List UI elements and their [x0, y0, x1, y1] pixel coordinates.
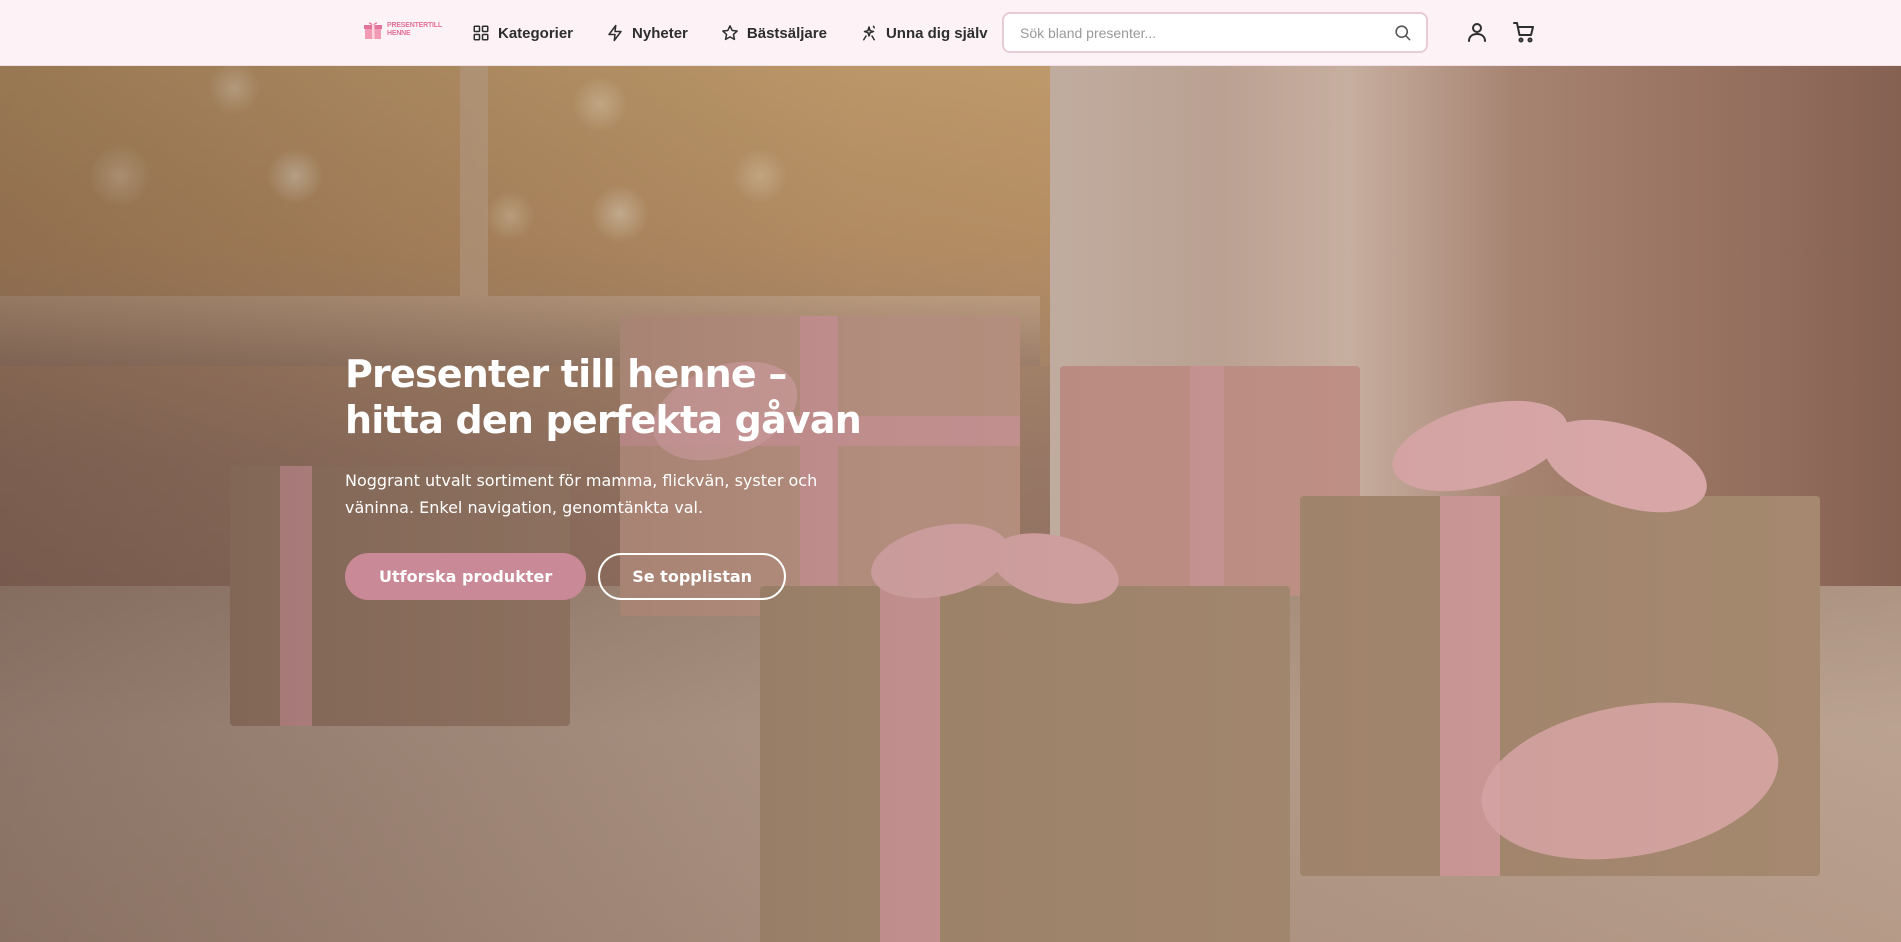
nav-item-kategorier[interactable]: Kategorier [472, 24, 573, 42]
hero-content: Presenter till henne – hitta den perfekt… [345, 351, 865, 600]
site-header: PRESENTERTILL HENNE Kategorier Nyheter B… [0, 0, 1901, 66]
hero-subtitle: Noggrant utvalt sortiment för mamma, fli… [345, 471, 818, 517]
nav-item-nyheter[interactable]: Nyheter [606, 24, 688, 42]
user-icon[interactable] [1465, 20, 1489, 44]
hero-section: Presenter till henne – hitta den perfekt… [0, 66, 1901, 942]
nav-label: Unna dig själv [885, 24, 988, 42]
nav-item-bastsaljare[interactable]: Bästsäljare [721, 24, 827, 42]
search-input[interactable] [1020, 24, 1393, 41]
search-bar [1002, 12, 1428, 53]
nav-label: Kategorier [498, 24, 574, 42]
hero-overlay [0, 66, 1901, 942]
hero-title: Presenter till henne – hitta den perfekt… [345, 352, 862, 442]
nav-item-unna-dig-sjalv[interactable]: Unna dig själv [860, 24, 988, 42]
sparkle-person-icon [862, 25, 875, 41]
logo-text-line2: HENNE [387, 30, 411, 37]
search-icon[interactable] [1393, 23, 1412, 42]
logo-text-line1: PRESENTERTILL [387, 22, 442, 29]
lightning-icon [608, 24, 622, 42]
explore-products-button[interactable]: Utforska produkter [345, 553, 587, 600]
top-list-button[interactable]: Se topplistan [598, 553, 787, 600]
nav-label: Nyheter [632, 24, 688, 42]
star-icon [722, 25, 738, 41]
cart-icon[interactable] [1512, 20, 1536, 44]
gift-icon [363, 20, 383, 40]
nav-label: Bästsäljare [746, 24, 827, 42]
logo[interactable]: PRESENTERTILL HENNE [363, 17, 442, 43]
grid-icon [473, 25, 489, 41]
main-nav: Kategorier Nyheter Bästsäljare Unna dig … [472, 0, 988, 66]
hero-buttons: Utforska produkter Se topplistan [345, 553, 865, 600]
